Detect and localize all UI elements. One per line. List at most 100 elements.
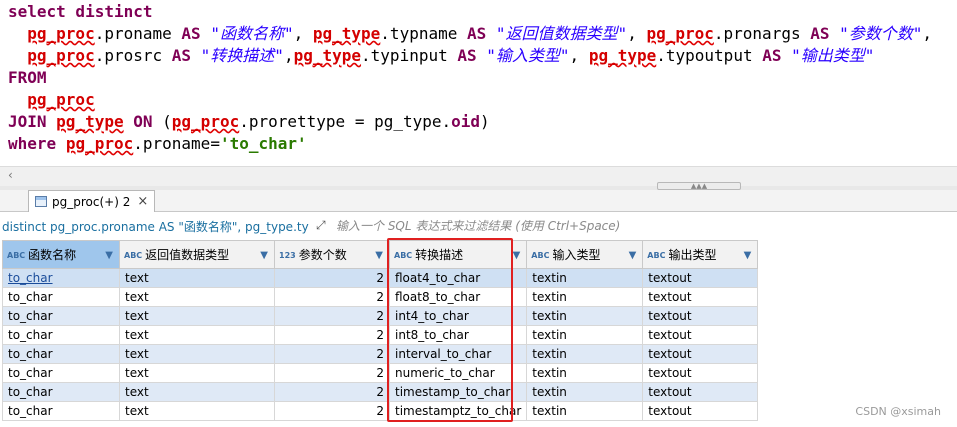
sort-dropdown-icon[interactable]: ▼	[744, 250, 752, 261]
table-cell[interactable]: timestamptz_to_char	[388, 401, 528, 421]
table-cell[interactable]: to_char	[2, 306, 120, 326]
sort-dropdown-icon[interactable]: ▼	[629, 250, 637, 261]
table-cell[interactable]: textin	[526, 306, 644, 326]
code-token: (	[152, 112, 172, 131]
table-cell[interactable]: textout	[642, 287, 759, 307]
table-cell[interactable]: text	[119, 363, 275, 383]
close-icon[interactable]: ×	[137, 192, 148, 212]
table-cell[interactable]: 2	[274, 325, 390, 345]
code-token: "转换描述"	[200, 46, 284, 65]
code-token: .proname=	[133, 134, 220, 153]
table-cell[interactable]: textout	[642, 268, 759, 288]
table-cell[interactable]: textin	[526, 344, 644, 364]
table-cell[interactable]: textout	[642, 344, 759, 364]
editor-horizontal-scrollbar[interactable]: ‹	[0, 166, 957, 186]
table-cell[interactable]: 2	[274, 344, 390, 364]
table-row[interactable]: to_char text 2 timestamptz_to_char textin tex…	[2, 401, 759, 421]
table-cell[interactable]: to_char	[2, 344, 120, 364]
watermark: CSDN @xsimah	[855, 405, 941, 418]
table-cell[interactable]: to_char	[2, 287, 120, 307]
table-cell[interactable]: 2	[274, 401, 390, 421]
filter-input[interactable]	[336, 216, 936, 236]
table-cell[interactable]: text	[119, 287, 275, 307]
table-cell[interactable]: text	[119, 401, 275, 421]
table-cell[interactable]: text	[119, 382, 275, 402]
table-cell[interactable]: timestamp_to_char	[388, 382, 528, 402]
code-line[interactable]: JOIN pg_type ON (pg_proc.prorettype = pg…	[8, 111, 490, 133]
sort-dropdown-icon[interactable]: ▼	[260, 250, 268, 261]
column-header[interactable]: ABC 输入类型 ▼	[526, 240, 644, 269]
table-cell[interactable]: 2	[274, 287, 390, 307]
table-cell[interactable]: text	[119, 325, 275, 345]
column-header[interactable]: 123 参数个数 ▼	[274, 240, 390, 269]
table-cell[interactable]: text	[119, 268, 275, 288]
code-line[interactable]: FROM	[8, 67, 47, 89]
table-row[interactable]: to_char text 2 numeric_to_char textin textout	[2, 363, 759, 383]
table-cell[interactable]: textin	[526, 325, 644, 345]
table-row[interactable]: to_char text 2 float4_to_char textin textout	[2, 268, 759, 288]
table-row[interactable]: to_char text 2 float8_to_char textin textout	[2, 287, 759, 307]
column-header[interactable]: ABC 转换描述 ▼	[388, 240, 528, 269]
sort-dropdown-icon[interactable]: ▼	[375, 250, 383, 261]
code-line[interactable]: pg_proc	[8, 89, 94, 111]
table-row[interactable]: to_char text 2 timestamp_to_char textin texto…	[2, 382, 759, 402]
code-token: AS	[810, 24, 830, 43]
code-token: where	[8, 134, 57, 153]
code-line[interactable]: where pg_proc.proname='to_char'	[8, 133, 307, 155]
table-cell[interactable]: textout	[642, 382, 759, 402]
type-icon: ABC	[394, 251, 413, 260]
code-line[interactable]: select distinct	[8, 1, 153, 23]
code-token: AS	[457, 46, 477, 65]
table-cell[interactable]: textout	[642, 306, 759, 326]
table-cell[interactable]: 2	[274, 306, 390, 326]
table-cell[interactable]: textin	[526, 287, 644, 307]
table-cell[interactable]: text	[119, 344, 275, 364]
table-cell[interactable]: to_char	[2, 325, 120, 345]
table-cell[interactable]: int4_to_char	[388, 306, 528, 326]
code-line[interactable]: pg_proc.prosrc AS "转换描述",pg_type.typinpu…	[8, 45, 874, 67]
results-tab-bar: pg_proc(+) 2 ×	[0, 190, 957, 212]
table-cell[interactable]: to_char	[2, 382, 120, 402]
table-cell[interactable]: 2	[274, 363, 390, 383]
column-header[interactable]: ABC 输出类型 ▼	[642, 240, 759, 269]
table-cell[interactable]: 2	[274, 268, 390, 288]
table-row[interactable]: to_char text 2 interval_to_char textin textou…	[2, 344, 759, 364]
table-row[interactable]: to_char text 2 int4_to_char textin textout	[2, 306, 759, 326]
type-icon: ABC	[124, 251, 143, 260]
table-cell[interactable]: float8_to_char	[388, 287, 528, 307]
code-line[interactable]: pg_proc.proname AS "函数名称", pg_type.typna…	[8, 23, 932, 45]
table-cell[interactable]: numeric_to_char	[388, 363, 528, 383]
sort-dropdown-icon[interactable]: ▼	[513, 250, 521, 261]
tab-results[interactable]: pg_proc(+) 2 ×	[28, 190, 156, 212]
table-cell[interactable]: textin	[526, 363, 644, 383]
table-cell[interactable]: interval_to_char	[388, 344, 528, 364]
code-token: "输入类型"	[486, 46, 570, 65]
expand-icon[interactable]: ⤢	[316, 218, 330, 232]
code-token: pg_type	[293, 46, 362, 65]
code-token: "输出类型"	[791, 46, 875, 65]
table-cell[interactable]: textin	[526, 401, 644, 421]
table-cell[interactable]: textout	[642, 401, 759, 421]
table-cell[interactable]: to_char	[2, 401, 120, 421]
table-cell[interactable]: textin	[526, 382, 644, 402]
table-cell[interactable]: float4_to_char	[388, 268, 528, 288]
table-cell[interactable]: textout	[642, 325, 759, 345]
sql-editor[interactable]: select distinct pg_proc.proname AS "函数名称…	[0, 0, 957, 166]
column-header[interactable]: ABC 函数名称 ▼	[2, 240, 120, 269]
table-cell[interactable]: 2	[274, 382, 390, 402]
table-cell[interactable]: to_char	[2, 268, 120, 288]
table-cell[interactable]: int8_to_char	[388, 325, 528, 345]
table-cell[interactable]: text	[119, 306, 275, 326]
table-row[interactable]: to_char text 2 int8_to_char textin textout	[2, 325, 759, 345]
splitter-grip-icon[interactable]: ▲▲▲	[657, 182, 741, 190]
column-label: 输出类型	[668, 248, 717, 262]
table-cell[interactable]: textin	[526, 268, 644, 288]
table-cell[interactable]: textout	[642, 363, 759, 383]
sort-dropdown-icon[interactable]: ▼	[105, 250, 113, 261]
column-header[interactable]: ABC 返回值数据类型 ▼	[119, 240, 275, 269]
scroll-left-icon[interactable]: ‹	[8, 168, 13, 182]
table-cell[interactable]: to_char	[2, 363, 120, 383]
results-grid: ABC 函数名称 ▼ ABC 返回值数据类型 ▼ 123 参数个数 ▼ ABC 转换描述 ▼ ABC 输入…	[2, 240, 759, 421]
